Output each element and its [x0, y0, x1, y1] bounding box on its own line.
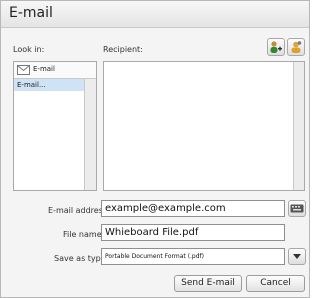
send-email-button[interactable]: Send E-mail	[174, 275, 242, 292]
dialog-title: E-mail	[9, 5, 53, 21]
recipient-label: Recipient:	[103, 45, 143, 54]
chevron-down-icon	[293, 254, 301, 259]
look-in-panel: E-mail E-mail...	[13, 61, 97, 191]
look-in-label: Look in:	[13, 45, 45, 54]
title-bar: E-mail	[1, 1, 309, 28]
contacts-icon	[291, 41, 302, 53]
list-item[interactable]: E-mail...	[14, 79, 84, 91]
recipient-list[interactable]	[103, 61, 305, 191]
file-name-label: File name:	[63, 230, 105, 239]
cancel-button[interactable]: Cancel	[246, 275, 305, 292]
add-contact-icon	[270, 41, 282, 53]
email-folder-label: E-mail	[33, 65, 55, 73]
email-folder-header[interactable]: E-mail	[14, 62, 96, 79]
envelope-icon	[17, 65, 30, 75]
contacts-button[interactable]	[287, 38, 305, 56]
save-as-type-dropdown-button[interactable]	[288, 248, 306, 265]
look-in-list: E-mail...	[14, 79, 84, 190]
email-dialog: E-mail Look in: Recipient: E-mail E-mail…	[0, 0, 310, 298]
keyboard-icon	[290, 204, 304, 213]
add-contact-button[interactable]	[267, 38, 285, 56]
save-as-type-select[interactable]: Portable Document Format (.pdf)	[101, 248, 285, 265]
look-in-scrollbar[interactable]	[84, 79, 96, 190]
file-name-field[interactable]: Whieboard File.pdf	[101, 224, 285, 241]
email-address-field[interactable]: example@example.com	[101, 200, 285, 217]
recipient-scrollbar[interactable]	[293, 62, 304, 190]
address-book-button[interactable]	[288, 200, 306, 217]
